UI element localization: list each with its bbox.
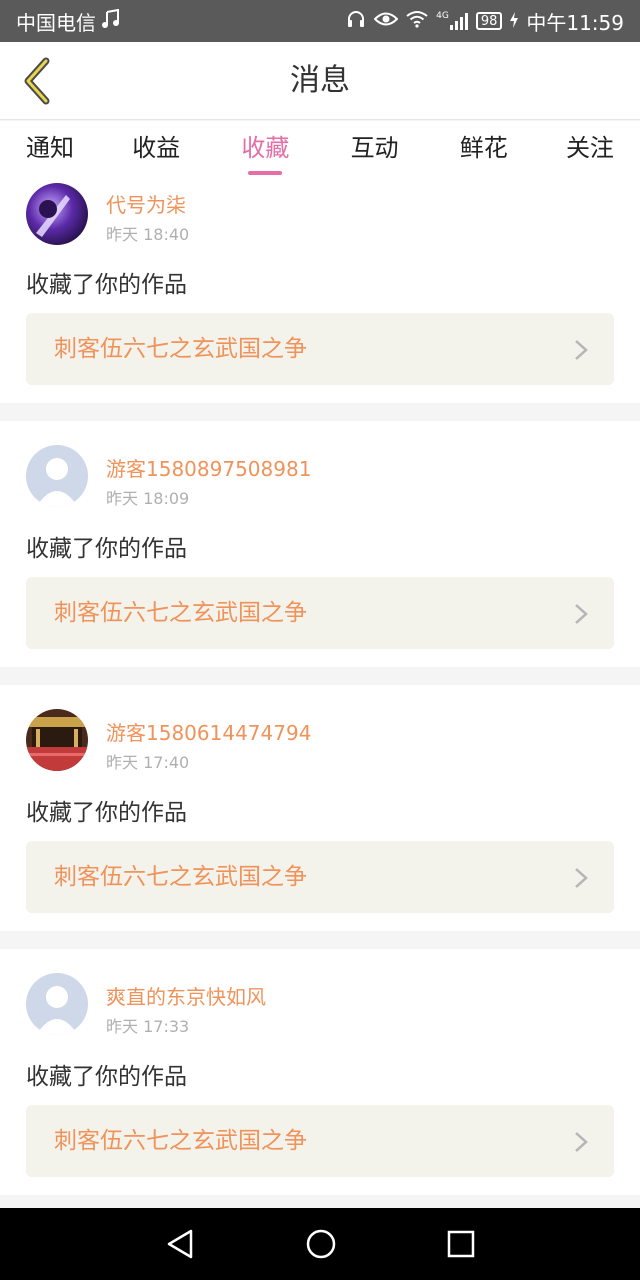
app-header: 消息 <box>0 42 640 120</box>
battery-icon: 98 <box>475 12 503 30</box>
back-button[interactable] <box>14 56 58 106</box>
battery-level: 98 <box>480 13 498 29</box>
username[interactable]: 代号为柒 <box>106 189 186 218</box>
timestamp: 昨天 18:40 <box>106 225 190 244</box>
user-avatar[interactable] <box>26 445 88 507</box>
chevron-right-icon <box>575 868 588 888</box>
work-link[interactable]: 刺客伍六七之玄武国之争 <box>26 841 614 913</box>
timestamp: 昨天 17:40 <box>106 753 190 772</box>
favorites-list: 代号为柒 昨天 18:40 收藏了你的作品 刺客伍六七之玄武国之争 游客1580… <box>0 179 640 1195</box>
clock: 中午11:59 <box>526 10 624 35</box>
action-text: 收藏了你的作品 <box>26 272 187 298</box>
chevron-right-icon <box>575 340 588 360</box>
tab-notifications[interactable]: 通知 <box>0 121 100 179</box>
charging-icon <box>510 9 519 33</box>
username[interactable]: 游客1580897508981 <box>106 453 311 482</box>
system-nav-bar <box>0 1208 640 1280</box>
work-title: 刺客伍六七之玄武国之争 <box>54 600 307 626</box>
user-avatar[interactable] <box>26 709 88 771</box>
list-item: 游客1580614474794 昨天 17:40 收藏了你的作品 刺客伍六七之玄… <box>0 685 640 931</box>
chevron-right-icon <box>575 604 588 624</box>
tab-earnings[interactable]: 收益 <box>103 121 209 179</box>
tab-flowers[interactable]: 鲜花 <box>431 121 537 179</box>
tab-interactions[interactable]: 互动 <box>322 121 428 179</box>
page-title: 消息 <box>290 63 350 98</box>
back-chevron-icon <box>24 57 50 105</box>
nav-home-icon[interactable] <box>305 1228 337 1260</box>
network-type: 4G <box>436 11 449 21</box>
wifi-icon <box>406 9 428 33</box>
work-title: 刺客伍六七之玄武国之争 <box>54 864 307 890</box>
user-avatar[interactable] <box>26 183 88 245</box>
username[interactable]: 爽直的东京快如风 <box>106 981 266 1010</box>
nav-recents-icon[interactable] <box>447 1230 475 1258</box>
work-link[interactable]: 刺客伍六七之玄武国之争 <box>26 1105 614 1177</box>
user-avatar[interactable] <box>26 973 88 1035</box>
tab-following[interactable]: 关注 <box>540 121 640 179</box>
timestamp: 昨天 18:09 <box>106 489 190 508</box>
carrier-label: 中国电信 <box>16 10 96 35</box>
status-bar: 中国电信 4G 98 中午11:59 <box>0 0 640 42</box>
action-text: 收藏了你的作品 <box>26 800 187 826</box>
music-icon <box>102 8 120 34</box>
eye-icon <box>373 9 399 33</box>
cell-signal-icon: 4G <box>436 12 468 30</box>
work-title: 刺客伍六七之玄武国之争 <box>54 1128 307 1154</box>
work-link[interactable]: 刺客伍六七之玄武国之争 <box>26 577 614 649</box>
tab-bar: 通知 收益 收藏 互动 鲜花 关注 <box>0 121 640 179</box>
tab-favorites[interactable]: 收藏 <box>212 121 318 179</box>
action-text: 收藏了你的作品 <box>26 1064 187 1090</box>
list-item: 游客1580897508981 昨天 18:09 收藏了你的作品 刺客伍六七之玄… <box>0 421 640 667</box>
work-title: 刺客伍六七之玄武国之争 <box>54 336 307 362</box>
work-link[interactable]: 刺客伍六七之玄武国之争 <box>26 313 614 385</box>
headset-icon <box>346 9 366 34</box>
timestamp: 昨天 17:33 <box>106 1017 190 1036</box>
action-text: 收藏了你的作品 <box>26 536 187 562</box>
username[interactable]: 游客1580614474794 <box>106 717 311 746</box>
nav-back-icon[interactable] <box>165 1228 195 1260</box>
list-item: 代号为柒 昨天 18:40 收藏了你的作品 刺客伍六七之玄武国之争 <box>0 179 640 403</box>
list-item: 爽直的东京快如风 昨天 17:33 收藏了你的作品 刺客伍六七之玄武国之争 <box>0 949 640 1195</box>
chevron-right-icon <box>575 1132 588 1152</box>
